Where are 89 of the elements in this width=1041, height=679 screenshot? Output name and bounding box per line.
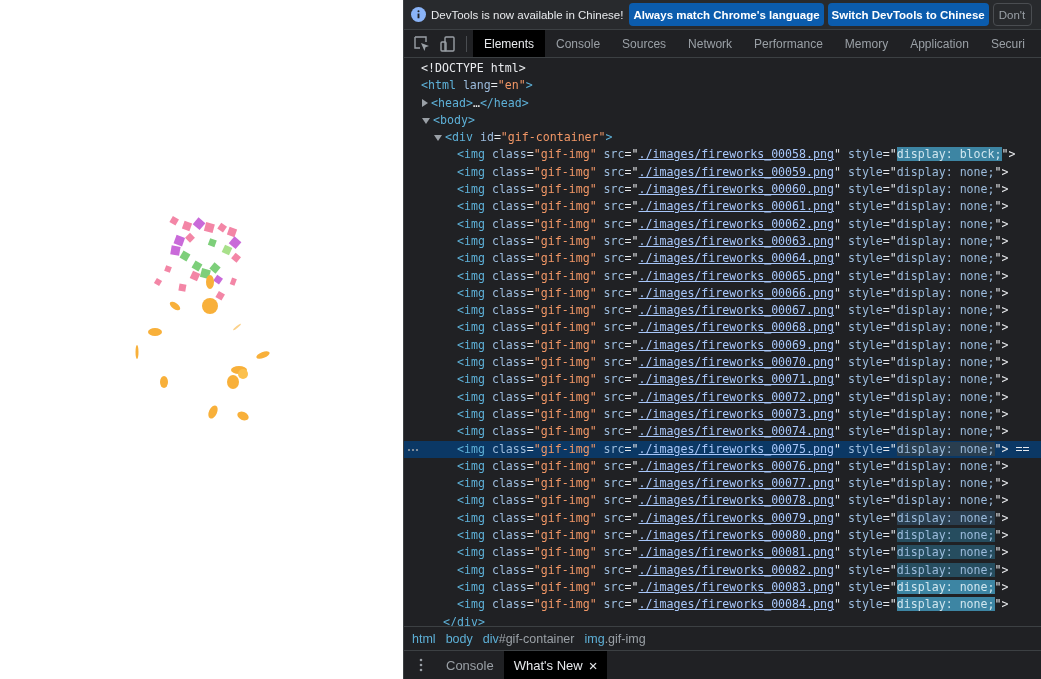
drawer-tab[interactable]: Console — [436, 651, 504, 679]
device-toggle-icon[interactable] — [440, 35, 456, 52]
dom-node-row[interactable]: </div> — [404, 613, 1041, 626]
dom-node-row[interactable]: <img class="gif-img" src="./images/fireworks_00068.png" style="display: none;"> — [404, 319, 1041, 337]
dom-node-row[interactable]: <img class="gif-img" src="./images/fireworks_00059.png" style="display: none;"> — [404, 163, 1041, 182]
close-icon[interactable]: × — [588, 656, 598, 674]
dom-node-row[interactable]: <img class="gif-img" src="./images/fireworks_00075.png" style="display: none;"> == — [404, 440, 1041, 458]
panel-tab[interactable]: Securi — [979, 30, 1036, 57]
dom-node-row[interactable]: <img class="gif-img" src="./images/fireworks_00084.png" style="display: none;"> — [404, 596, 1041, 614]
triangle-right-icon[interactable] — [422, 98, 428, 107]
dom-node-row[interactable]: <img class="gif-img" src="./images/fireworks_00067.png" style="display: none;"> — [404, 302, 1041, 320]
dom-node-row[interactable]: <img class="gif-img" src="./images/fireworks_00080.png" style="display: none;"> — [404, 527, 1041, 545]
infobar-button[interactable]: Don't — [992, 3, 1033, 26]
dom-node-row[interactable]: <img class="gif-img" src="./images/fireworks_00062.png" style="display: none;"> — [404, 215, 1041, 233]
file-link[interactable]: ./images/fireworks_00071.png — [638, 372, 834, 387]
dom-node-row[interactable]: <img class="gif-img" src="./images/fireworks_00078.png" style="display: none;"> — [404, 492, 1041, 510]
panel-tab[interactable]: Application — [899, 30, 980, 57]
dom-node-row[interactable]: <img class="gif-img" src="./images/fireworks_00063.png" style="display: none;"> — [404, 232, 1041, 251]
file-link[interactable]: ./images/fireworks_00084.png — [638, 597, 834, 612]
dom-node-row[interactable]: <img class="gif-img" src="./images/fireworks_00061.png" style="display: none;"> — [404, 198, 1041, 216]
more-icon — [407, 447, 419, 452]
file-link[interactable]: ./images/fireworks_00061.png — [638, 199, 834, 214]
infobar-message: DevTools is now available in Chinese! — [431, 8, 624, 21]
dom-node-row[interactable]: <img class="gif-img" src="./images/fireworks_00058.png" style="display: block;"> — [404, 146, 1041, 164]
file-link[interactable]: ./images/fireworks_00066.png — [638, 285, 834, 300]
file-link[interactable]: ./images/fireworks_00083.png — [638, 579, 834, 594]
file-link[interactable]: ./images/fireworks_00060.png — [638, 182, 834, 197]
file-link[interactable]: ./images/fireworks_00077.png — [638, 476, 834, 491]
file-link[interactable]: ./images/fireworks_00075.png — [638, 441, 834, 456]
inspect-icon[interactable] — [414, 35, 430, 52]
dom-node-row[interactable]: <img class="gif-img" src="./images/fireworks_00074.png" style="display: none;"> — [404, 423, 1041, 441]
panel-tab[interactable]: Elements — [473, 30, 546, 57]
file-link[interactable]: ./images/fireworks_00067.png — [638, 303, 834, 318]
drawer-tab[interactable]: What's New × — [503, 651, 608, 679]
info-icon — [411, 7, 426, 22]
panel-tab[interactable]: Network — [677, 30, 744, 57]
file-link[interactable]: ./images/fireworks_00079.png — [638, 510, 834, 525]
panel-tab[interactable]: Memory — [833, 30, 900, 57]
file-link[interactable]: ./images/fireworks_00074.png — [638, 424, 834, 439]
dom-node-row[interactable]: <img class="gif-img" src="./images/fireworks_00077.png" style="display: none;"> — [404, 475, 1041, 493]
dom-node-row[interactable]: <img class="gif-img" src="./images/fireworks_00076.png" style="display: none;"> — [404, 457, 1041, 476]
drawer-tab-label[interactable]: Console — [446, 657, 494, 673]
dom-node-row[interactable]: <img class="gif-img" src="./images/fireworks_00081.png" style="display: none;"> — [404, 544, 1041, 562]
dom-node-row[interactable]: <img class="gif-img" src="./images/fireworks_00070.png" style="display: none;"> — [404, 354, 1041, 372]
file-link[interactable]: ./images/fireworks_00082.png — [638, 562, 834, 577]
dom-node-row[interactable]: <body> — [404, 111, 1041, 130]
file-link[interactable]: ./images/fireworks_00064.png — [638, 251, 834, 266]
breadcrumb[interactable]: body — [441, 631, 477, 646]
dom-node-row[interactable]: <img class="gif-img" src="./images/fireworks_00071.png" style="display: none;"> — [404, 371, 1041, 389]
breadcrumb[interactable]: div#gif-container — [478, 631, 579, 646]
dom-node-row[interactable]: <img class="gif-img" src="./images/fireworks_00060.png" style="display: none;"> — [404, 181, 1041, 199]
dom-node-row[interactable]: <img class="gif-img" src="./images/fireworks_00079.png" style="display: none;"> — [404, 509, 1041, 527]
file-link[interactable]: ./images/fireworks_00080.png — [638, 528, 834, 542]
panel-tab[interactable]: Console — [545, 30, 612, 57]
file-link[interactable]: ./images/fireworks_00059.png — [638, 164, 834, 179]
file-link[interactable]: ./images/fireworks_00063.png — [638, 233, 834, 248]
file-link[interactable]: ./images/fireworks_00081.png — [638, 545, 834, 560]
dom-node-row[interactable]: <div id="gif-container"> — [404, 129, 1041, 147]
dom-node-row[interactable]: <img class="gif-img" src="./images/fireworks_00069.png" style="display: none;"> — [404, 336, 1041, 355]
panel-tab[interactable]: Sources — [611, 30, 678, 57]
triangle-down-icon[interactable] — [434, 135, 442, 142]
file-link[interactable]: ./images/fireworks_00062.png — [638, 216, 834, 231]
dom-node-row[interactable]: <head>…</head> — [404, 94, 1041, 112]
drawer-tab-label[interactable]: What's New — [513, 657, 583, 673]
infobar-button[interactable]: Switch DevTools to Chinese — [827, 3, 989, 26]
dom-node-row[interactable]: <img class="gif-img" src="./images/fireworks_00064.png" style="display: none;"> — [404, 250, 1041, 268]
file-link[interactable]: ./images/fireworks_00069.png — [638, 337, 834, 352]
dom-node-row[interactable]: <html lang="en"> — [404, 77, 1041, 95]
breadcrumb[interactable]: html — [408, 631, 440, 646]
file-link[interactable]: ./images/fireworks_00070.png — [638, 355, 834, 370]
triangle-down-icon[interactable] — [422, 117, 430, 124]
file-link[interactable]: ./images/fireworks_00072.png — [638, 389, 834, 404]
dom-node-row[interactable]: <img class="gif-img" src="./images/fireworks_00082.png" style="display: none;"> — [404, 561, 1041, 579]
file-link[interactable]: ./images/fireworks_00068.png — [638, 320, 834, 335]
infobar-button[interactable]: Always match Chrome's language — [629, 3, 824, 26]
file-link[interactable]: ./images/fireworks_00065.png — [638, 268, 834, 283]
dom-node-row[interactable]: <img class="gif-img" src="./images/fireworks_00073.png" style="display: none;"> — [404, 405, 1041, 424]
dom-node-row[interactable]: <!DOCTYPE html> — [404, 60, 1041, 78]
breadcrumb[interactable]: img.gif-img — [580, 631, 650, 646]
dom-node-row[interactable]: <img class="gif-img" src="./images/fireworks_00066.png" style="display: none;"> — [404, 284, 1041, 303]
panel-tab[interactable]: Performance — [743, 30, 834, 57]
more-vertical-icon[interactable] — [419, 658, 423, 672]
file-link[interactable]: ./images/fireworks_00058.png — [638, 147, 834, 162]
dom-node-row[interactable]: <img class="gif-img" src="./images/fireworks_00065.png" style="display: none;"> — [404, 267, 1041, 285]
file-link[interactable]: ./images/fireworks_00073.png — [638, 406, 834, 421]
file-link[interactable]: ./images/fireworks_00078.png — [638, 493, 834, 508]
dom-node-row[interactable]: <img class="gif-img" src="./images/fireworks_00072.png" style="display: none;"> — [404, 388, 1041, 406]
file-link[interactable]: ./images/fireworks_00076.png — [638, 458, 834, 473]
dom-node-row[interactable]: <img class="gif-img" src="./images/fireworks_00083.png" style="display: none;"> — [404, 578, 1041, 597]
